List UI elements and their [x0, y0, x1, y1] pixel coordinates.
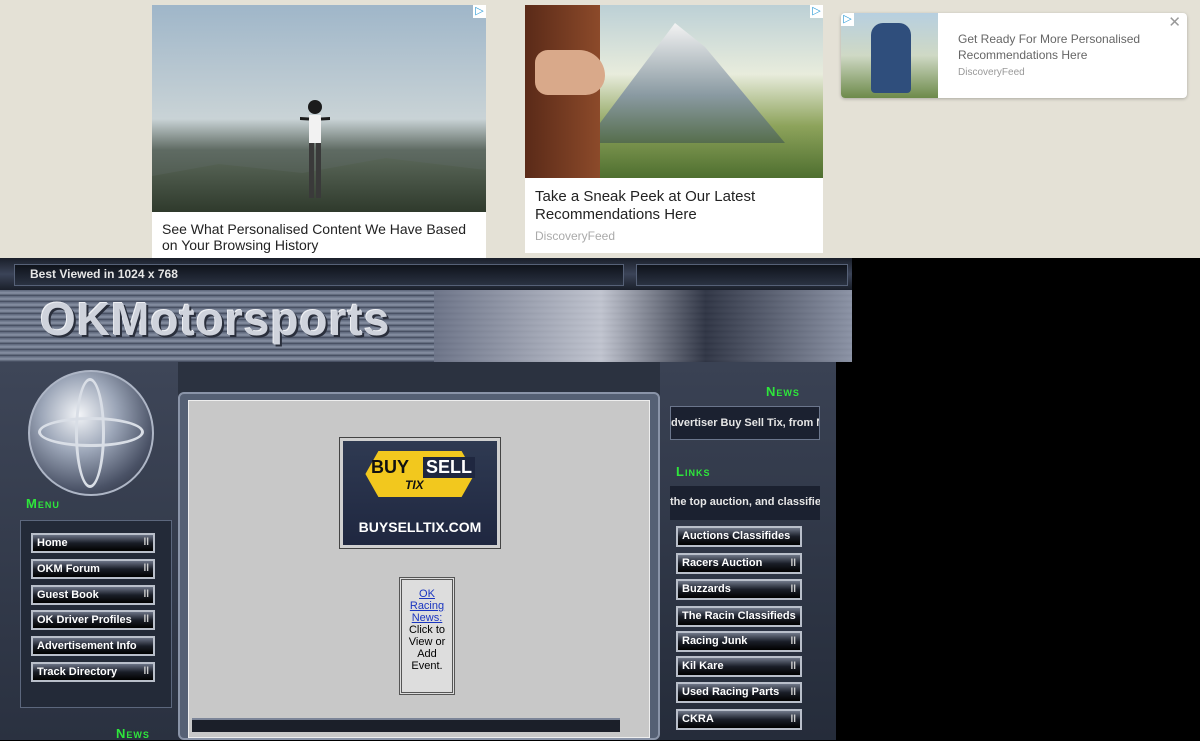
close-icon[interactable]: ✕ [1168, 13, 1181, 31]
site-banner: OKMotorsports [0, 290, 852, 362]
menu-item-label: Advertisement Info [37, 640, 137, 652]
ad-choices-icon[interactable]: ▷ [841, 13, 854, 26]
button-grip-icon: ll [143, 537, 149, 548]
link-kil-kare[interactable]: Kil Kare ll [676, 656, 802, 677]
ad-text[interactable]: Take a Sneak Peek at Our Latest Recommen… [535, 188, 815, 224]
link-label: Buzzards [682, 583, 731, 595]
buyselltix-logo[interactable]: BUY SELL TIX BUYSELLTIX.COM [343, 441, 497, 545]
button-grip-icon: ll [790, 558, 796, 569]
ad-text[interactable]: Get Ready For More Personalised Recommen… [958, 31, 1173, 63]
link-label: Used Racing Parts [682, 686, 780, 698]
button-grip-icon: ll [790, 687, 796, 698]
ad-image-hiker[interactable] [841, 13, 938, 98]
hand-graphic [535, 50, 605, 95]
top-bar-slot-right [636, 264, 848, 286]
ad-text[interactable]: See What Personalised Content We Have Ba… [162, 221, 480, 253]
ad-source: DiscoveryFeed [535, 229, 616, 243]
link-auctions-classifides[interactable]: Auctions Classifides [676, 526, 802, 547]
button-grip-icon: ll [790, 714, 796, 725]
content-bottom-bar [192, 718, 620, 732]
menu-item-label: Track Directory [37, 666, 118, 678]
menu-item-label: Home [37, 537, 68, 549]
news-ticker[interactable]: dvertiser Buy Sell Tix, from NF [670, 406, 820, 440]
link-used-racing-parts[interactable]: Used Racing Parts ll [676, 682, 802, 703]
ad-source: DiscoveryFeed [958, 67, 1025, 78]
link-ckra[interactable]: CKRA ll [676, 709, 802, 730]
link-label: Racing Junk [682, 635, 748, 647]
left-news-title: News [116, 726, 150, 741]
button-grip-icon: ll [143, 563, 149, 574]
buyselltix-banner[interactable]: BUY SELL TIX BUYSELLTIX.COM [339, 437, 501, 549]
left-column: Menu Home ll OKM Forum ll Guest Book ll OK … [0, 362, 178, 741]
person-icon [300, 100, 330, 198]
site-body: Menu Home ll OKM Forum ll Guest Book ll OK … [0, 362, 836, 741]
button-grip-icon: ll [790, 661, 796, 672]
site-logo[interactable]: OKMotorsports [40, 292, 390, 346]
logo-buy-text: BUY [371, 457, 410, 477]
ad-image-mountain-person[interactable] [152, 5, 486, 212]
ad-card-3[interactable]: ▷ Get Ready For More Personalised Recomm… [841, 13, 1187, 98]
links-title: Links [676, 464, 711, 479]
main-content-frame: BUY SELL TIX BUYSELLTIX.COM OK Racing Ne… [178, 392, 660, 740]
button-grip-icon: ll [143, 614, 149, 625]
racing-news-text: Click to View or Add Event. [408, 624, 446, 672]
ad-card-1[interactable]: ▷ See What Personalised Content We Have … [152, 5, 486, 258]
menu-item-advertisement-info[interactable]: Advertisement Info [31, 636, 155, 656]
link-label: The Racin Classifieds [682, 610, 796, 622]
globe-ring [75, 378, 105, 488]
right-news-title: News [766, 384, 800, 399]
button-grip-icon: ll [790, 584, 796, 595]
ad-card-2[interactable]: ▷ Take a Sneak Peek at Our Latest Recomm… [525, 5, 823, 253]
logo-tix-text: TIX [405, 478, 424, 492]
link-label: CKRA [682, 713, 714, 725]
menu-title: Menu [26, 496, 60, 511]
racing-news-box: OK Racing News: Click to View or Add Eve… [399, 577, 455, 695]
link-racing-junk[interactable]: Racing Junk ll [676, 631, 802, 652]
button-grip-icon: ll [143, 589, 149, 600]
main-content: BUY SELL TIX BUYSELLTIX.COM OK Racing Ne… [188, 400, 650, 738]
right-column: News dvertiser Buy Sell Tix, from NF Lin… [660, 362, 836, 740]
menu-item-driver-profiles[interactable]: OK Driver Profiles ll [31, 610, 155, 630]
globe-icon [28, 370, 154, 496]
racing-news-link[interactable]: OK Racing News: [410, 588, 444, 624]
menu-item-okm-forum[interactable]: OKM Forum ll [31, 559, 155, 579]
ad-choices-icon[interactable]: ▷ [473, 5, 486, 18]
menu-panel: Home ll OKM Forum ll Guest Book ll OK Drive… [20, 520, 172, 708]
link-label: Racers Auction [682, 557, 763, 569]
link-label: Kil Kare [682, 660, 724, 672]
menu-item-label: Guest Book [37, 589, 99, 601]
link-racin-classifieds[interactable]: The Racin Classifieds [676, 606, 802, 627]
link-buzzards[interactable]: Buzzards ll [676, 579, 802, 600]
mountain-graphic [585, 23, 785, 143]
best-viewed-text: Best Viewed in 1024 x 768 [30, 267, 178, 281]
menu-item-home[interactable]: Home ll [31, 533, 155, 553]
hiker-graphic [871, 23, 911, 93]
ad-image-door-mountain[interactable] [525, 5, 823, 178]
menu-item-guest-book[interactable]: Guest Book ll [31, 585, 155, 605]
logo-sell-text: SELL [423, 457, 476, 478]
logo-url-text: BUYSELLTIX.COM [358, 519, 482, 535]
link-label: Auctions Classifides [682, 530, 791, 542]
link-racers-auction[interactable]: Racers Auction ll [676, 553, 802, 574]
ad-strip: ▷ See What Personalised Content We Have … [0, 0, 1200, 258]
menu-item-track-directory[interactable]: Track Directory ll [31, 662, 155, 682]
top-bar: Best Viewed in 1024 x 768 [0, 258, 852, 290]
links-ticker[interactable]: the top auction, and classified [670, 486, 820, 520]
button-grip-icon: ll [790, 636, 796, 647]
banner-graphic [434, 290, 852, 362]
ad-choices-icon[interactable]: ▷ [810, 5, 823, 18]
menu-item-label: OK Driver Profiles [37, 614, 132, 626]
button-grip-icon: ll [143, 666, 149, 677]
menu-item-label: OKM Forum [37, 563, 100, 575]
site-frame: Best Viewed in 1024 x 768 OKMotorsports … [0, 258, 852, 741]
